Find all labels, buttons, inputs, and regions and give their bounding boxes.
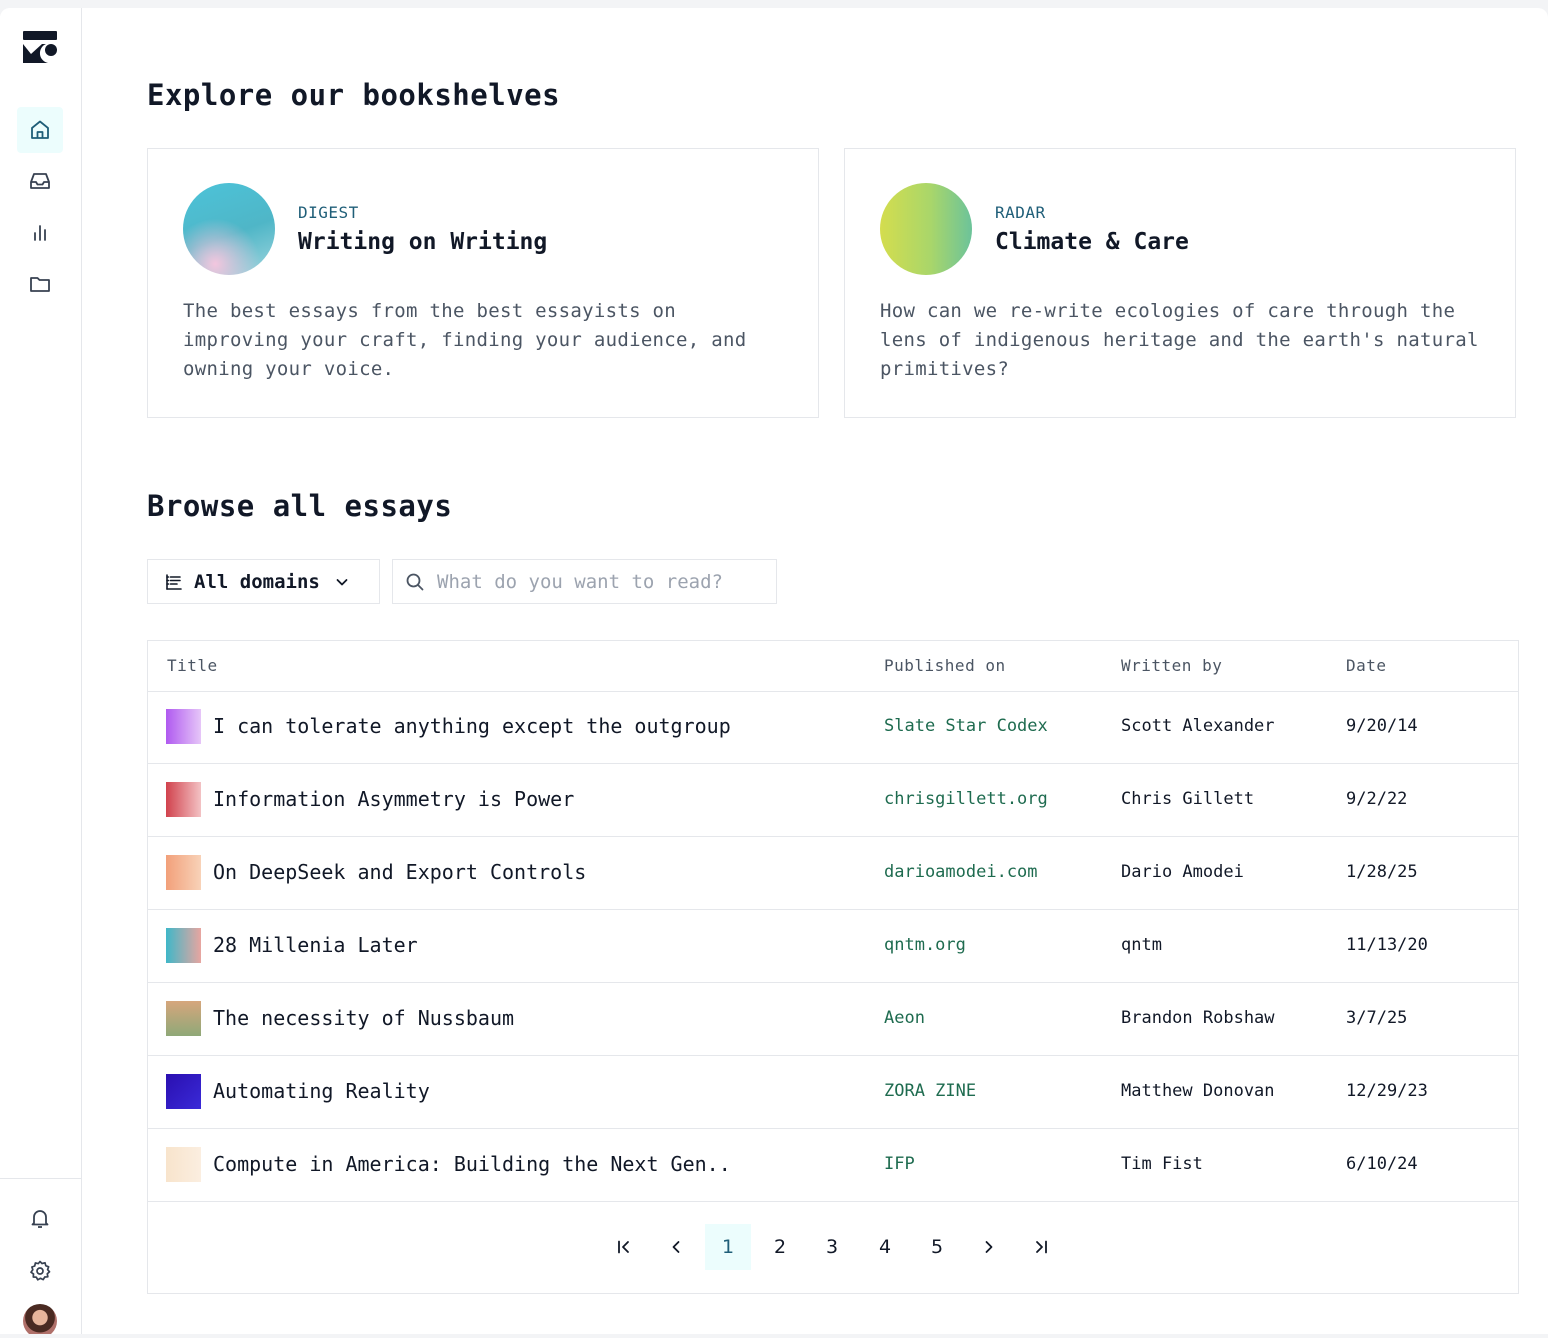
chevron-left-icon [667, 1238, 685, 1256]
table-row[interactable]: Automating Reality ZORA ZINE Matthew Don… [148, 1056, 1518, 1129]
essay-author: Dario Amodei [1121, 862, 1244, 882]
essay-thumbnail [166, 709, 201, 744]
list-filter-icon [164, 572, 184, 592]
essay-title[interactable]: Information Asymmetry is Power [213, 787, 574, 811]
notifications-button[interactable] [17, 1195, 63, 1241]
search-input[interactable] [435, 569, 769, 594]
page-button-4[interactable]: 4 [862, 1224, 908, 1270]
table-row[interactable]: I can tolerate anything except the outgr… [148, 691, 1518, 764]
essay-title[interactable]: 28 Millenia Later [213, 933, 418, 957]
essay-thumbnail [166, 855, 201, 890]
essay-publication[interactable]: IFP [884, 1154, 915, 1174]
essay-publication[interactable]: ZORA ZINE [884, 1081, 976, 1101]
essay-author: Chris Gillett [1121, 789, 1255, 809]
bookshelf-card-digest[interactable]: DIGEST Writing on Writing The best essay… [147, 148, 819, 418]
essays-heading: Browse all essays [147, 489, 453, 523]
folder-icon [28, 272, 52, 296]
domain-filter-dropdown[interactable]: All domains [147, 559, 380, 604]
essay-thumbnail [166, 928, 201, 963]
avatar[interactable] [23, 1304, 57, 1334]
essay-date: 9/20/14 [1346, 716, 1418, 736]
sidebar [0, 8, 82, 1334]
essay-author: Brandon Robshaw [1121, 1008, 1275, 1028]
sidebar-divider [0, 1178, 81, 1179]
nav-analytics[interactable] [17, 210, 63, 256]
bookshelf-description: How can we re-write ecologies of care th… [880, 300, 1479, 380]
page-button-1[interactable]: 1 [705, 1224, 751, 1270]
essay-title[interactable]: On DeepSeek and Export Controls [213, 860, 586, 884]
last-page-button[interactable] [1018, 1224, 1064, 1270]
bookshelf-orb [183, 183, 275, 275]
essay-date: 9/2/22 [1346, 789, 1408, 809]
essay-thumbnail [166, 1074, 201, 1109]
essay-title[interactable]: I can tolerate anything except the outgr… [213, 714, 731, 738]
bar-chart-icon [28, 221, 52, 245]
table-header: Title Published on Written by Date [148, 641, 1518, 692]
page-button-5[interactable]: 5 [914, 1224, 960, 1270]
essay-thumbnail [166, 1001, 201, 1036]
chevron-first-icon [615, 1238, 633, 1256]
bookshelf-title: Climate & Care [995, 229, 1189, 255]
search-box[interactable] [392, 559, 777, 604]
essay-title[interactable]: The necessity of Nussbaum [213, 1006, 514, 1030]
chevron-right-icon [980, 1238, 998, 1256]
chevron-last-icon [1032, 1238, 1050, 1256]
bookshelves-heading: Explore our bookshelves [147, 78, 561, 112]
domain-filter-label: All domains [194, 570, 320, 593]
first-page-button[interactable] [601, 1224, 647, 1270]
essay-publication[interactable]: Aeon [884, 1008, 925, 1028]
essay-date: 12/29/23 [1346, 1081, 1428, 1101]
essay-title[interactable]: Compute in America: Building the Next Ge… [213, 1152, 731, 1176]
settings-button[interactable] [17, 1248, 63, 1294]
essay-title[interactable]: Automating Reality [213, 1079, 430, 1103]
column-header-author[interactable]: Written by [1121, 656, 1222, 675]
essay-date: 6/10/24 [1346, 1154, 1418, 1174]
essay-date: 3/7/25 [1346, 1008, 1408, 1028]
nav-folders[interactable] [17, 261, 63, 307]
bookshelf-kicker: DIGEST [298, 203, 359, 222]
essay-publication[interactable]: chrisgillett.org [884, 789, 1048, 809]
essay-author: Tim Fist [1121, 1154, 1203, 1174]
logo-icon[interactable] [22, 30, 58, 66]
home-icon [28, 118, 52, 142]
nav-home[interactable] [17, 107, 63, 153]
previous-page-button[interactable] [653, 1224, 699, 1270]
essay-author: Matthew Donovan [1121, 1081, 1275, 1101]
bookshelf-orb [880, 183, 972, 275]
nav-inbox[interactable] [17, 158, 63, 204]
essay-date: 11/13/20 [1346, 935, 1428, 955]
gear-icon [28, 1259, 52, 1283]
app-window: Explore our bookshelves DIGEST Writing o… [0, 8, 1548, 1334]
pagination: 1 2 3 4 5 [148, 1224, 1518, 1270]
bookshelf-title: Writing on Writing [298, 229, 548, 255]
column-header-date[interactable]: Date [1346, 656, 1387, 675]
table-row[interactable]: 28 Millenia Later qntm.org qntm 11/13/20 [148, 910, 1518, 983]
essays-table: Title Published on Written by Date I can… [147, 640, 1519, 1294]
essay-publication[interactable]: Slate Star Codex [884, 716, 1048, 736]
bell-icon [28, 1206, 52, 1230]
essay-author: Scott Alexander [1121, 716, 1275, 736]
inbox-icon [28, 169, 52, 193]
table-row[interactable]: Compute in America: Building the Next Ge… [148, 1129, 1518, 1202]
column-header-published[interactable]: Published on [884, 656, 1006, 675]
essay-thumbnail [166, 782, 201, 817]
column-header-title[interactable]: Title [167, 656, 218, 675]
search-icon [405, 572, 425, 592]
essay-author: qntm [1121, 935, 1162, 955]
table-row[interactable]: The necessity of Nussbaum Aeon Brandon R… [148, 983, 1518, 1056]
bookshelf-kicker: RADAR [995, 203, 1046, 222]
table-row[interactable]: On DeepSeek and Export Controls darioamo… [148, 837, 1518, 910]
page-button-3[interactable]: 3 [809, 1224, 855, 1270]
essay-publication[interactable]: qntm.org [884, 935, 966, 955]
next-page-button[interactable] [966, 1224, 1012, 1270]
essay-thumbnail [166, 1147, 201, 1182]
chevron-down-icon [334, 574, 350, 590]
essay-date: 1/28/25 [1346, 862, 1418, 882]
table-row[interactable]: Information Asymmetry is Power chrisgill… [148, 764, 1518, 837]
bookshelf-card-radar[interactable]: RADAR Climate & Care How can we re-write… [844, 148, 1516, 418]
bookshelf-description: The best essays from the best essayists … [183, 300, 747, 380]
page-button-2[interactable]: 2 [757, 1224, 803, 1270]
essay-publication[interactable]: darioamodei.com [884, 862, 1038, 882]
